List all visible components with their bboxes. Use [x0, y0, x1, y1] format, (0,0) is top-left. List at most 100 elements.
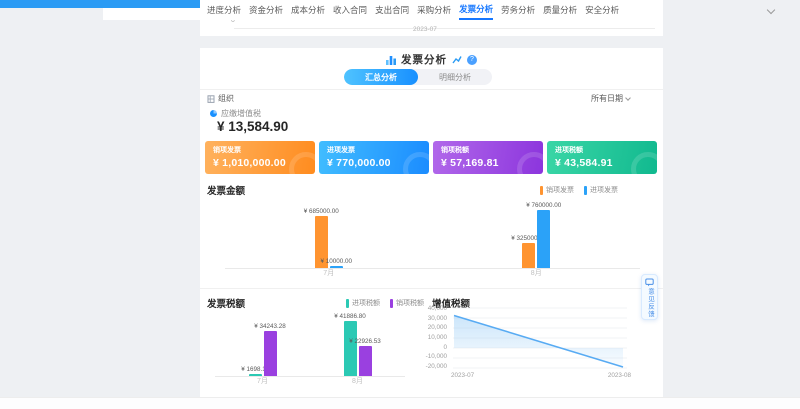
y-tick-label: -20,000: [426, 364, 447, 370]
bottom-strip: [0, 397, 800, 409]
nav-tab[interactable]: 资金分析: [249, 1, 283, 19]
legend-label: 销项发票: [546, 185, 574, 195]
legend-item[interactable]: 进项税额: [346, 298, 380, 308]
line-chart-icon: [452, 55, 462, 65]
y-tick-label: 40,000: [428, 306, 447, 312]
bar-column: ¥ 760000.00: [537, 202, 550, 268]
feedback-widget[interactable]: 意见反馈: [641, 274, 658, 320]
bar-pair: ¥ 685000.00¥ 10000.00: [315, 208, 343, 268]
analysis-mode-toggle: 汇总分析 明细分析: [344, 69, 492, 85]
legend-label: 销项税额: [396, 298, 424, 308]
date-filter-value: 所有日期: [591, 93, 623, 104]
bar-pair: ¥ 325000.00¥ 760000.00: [522, 202, 550, 268]
legend-item[interactable]: 销项发票: [540, 185, 574, 195]
bar-销项税额-8月[interactable]: [359, 346, 372, 376]
invoice-amount-legend: 销项发票进项发票: [540, 185, 618, 195]
bar-value-label: ¥ 685000.00: [304, 208, 339, 215]
nav-tab[interactable]: 发票分析: [459, 0, 493, 20]
nav-tab[interactable]: 成本分析: [291, 1, 325, 19]
bar-value-label: ¥ 760000.00: [526, 202, 561, 209]
kpi-card-row: 销项发票 ¥ 1,010,000.00 进项发票 ¥ 770,000.00 销项…: [205, 141, 657, 174]
bar-column: ¥ 325000.00: [522, 235, 535, 268]
card-decoration-circle: [403, 152, 429, 174]
x-axis-line: [215, 376, 405, 377]
kpi-card-label: 进项税额: [555, 145, 649, 155]
bar-column: ¥ 22926.53: [359, 338, 372, 376]
legend-marker: [390, 299, 393, 308]
line-chart-plot[interactable]: [451, 306, 631, 370]
org-filter[interactable]: 组织: [207, 93, 234, 104]
nav-tab[interactable]: 安全分析: [585, 1, 619, 19]
card-decoration-circle: [631, 152, 657, 174]
x-category-label: 7月: [257, 376, 268, 388]
nav-tab[interactable]: 劳务分析: [501, 1, 535, 19]
kpi-card[interactable]: 进项税额 ¥ 43,584.91: [547, 141, 657, 174]
main-content-panel: 0 2023-07 发票分析 ? 汇总分析 明细分析: [200, 20, 663, 397]
date-filter-dropdown[interactable]: 所有日期: [591, 93, 630, 104]
bar-进项税额-8月[interactable]: [344, 321, 357, 376]
toggle-summary-analysis[interactable]: 汇总分析: [344, 69, 418, 85]
bar-group: ¥ 685000.00¥ 10000.007月: [315, 208, 343, 280]
x-category-label: 8月: [352, 376, 363, 388]
invoice-amount-section-title: 发票金额: [207, 183, 245, 197]
nav-tab[interactable]: 采购分析: [417, 1, 451, 19]
legend-label: 进项税额: [352, 298, 380, 308]
kpi-card[interactable]: 进项发票 ¥ 770,000.00: [319, 141, 429, 174]
bar-销项发票-8月[interactable]: [522, 243, 535, 268]
x-tick-label: 2023-07: [451, 372, 474, 379]
bar-value-label: ¥ 10000.00: [321, 258, 353, 265]
kpi-card[interactable]: 销项税额 ¥ 57,169.81: [433, 141, 543, 174]
line-chart-y-axis: 40,00030,00020,00010,0000-10,000-20,000: [425, 306, 451, 370]
kpi-card-label: 销项税额: [441, 145, 535, 155]
chevron-down-icon: [625, 95, 631, 101]
page-title: 发票分析: [401, 52, 447, 67]
y-tick-label: 0: [443, 345, 447, 351]
remnant-axis-label: 2023-07: [413, 26, 437, 33]
bar-销项税额-7月[interactable]: [264, 331, 277, 376]
invoice-amount-bar-chart: ¥ 685000.00¥ 10000.007月¥ 325000.00¥ 7600…: [225, 200, 640, 280]
pie-dot-icon: [210, 110, 217, 117]
org-filter-label: 组织: [218, 93, 234, 104]
feedback-chat-icon: [645, 278, 654, 287]
bar-pair: ¥ 41886.80¥ 22926.53: [344, 313, 372, 376]
x-axis-line: [225, 268, 640, 269]
feedback-widget-label: 意见反馈: [645, 288, 655, 318]
legend-item[interactable]: 进项发票: [584, 185, 618, 195]
nav-tab[interactable]: 进度分析: [207, 1, 241, 19]
divider: [200, 89, 663, 90]
toggle-detail-analysis[interactable]: 明细分析: [418, 69, 492, 85]
bar-value-label: ¥ 22926.53: [349, 338, 381, 345]
legend-marker: [584, 186, 587, 195]
y-tick-label: 20,000: [428, 325, 447, 331]
bar-column: ¥ 34243.28: [264, 323, 277, 376]
invoice-tax-legend: 进项税额 销项税额: [346, 298, 424, 308]
nav-tab[interactable]: 支出合同: [375, 1, 409, 19]
nav-tab[interactable]: 质量分析: [543, 1, 577, 19]
bar-pair: ¥ 1698.11¥ 34243.28: [249, 323, 277, 376]
nav-collapse-chevron-down-icon[interactable]: [767, 6, 775, 14]
line-chart-body: 40,00030,00020,00010,0000-10,000-20,000: [425, 306, 643, 370]
card-decoration-circle: [517, 152, 543, 174]
bar-column: ¥ 10000.00: [330, 258, 343, 268]
x-category-label: 8月: [531, 268, 542, 280]
card-decoration-circle: [289, 152, 315, 174]
legend-item[interactable]: 销项税额: [390, 298, 424, 308]
kpi-card-label: 进项发票: [327, 145, 421, 155]
legend-marker: [540, 186, 543, 195]
bar-value-label: ¥ 41886.80: [334, 313, 366, 320]
y-tick-label: -10,000: [426, 354, 447, 360]
kpi-card-label: 销项发票: [213, 145, 307, 155]
legend-marker: [346, 299, 349, 308]
help-icon[interactable]: ?: [467, 55, 477, 65]
vat-summary: 应缴增值税: [210, 108, 261, 119]
card-title-row: 发票分析 ?: [200, 52, 663, 67]
vat-summary-value: ¥ 13,584.90: [217, 119, 288, 134]
y-tick-label: 10,000: [428, 335, 447, 341]
kpi-card[interactable]: 销项发票 ¥ 1,010,000.00: [205, 141, 315, 174]
bar-进项发票-8月[interactable]: [537, 210, 550, 268]
app-header-remnant: [0, 0, 200, 8]
vat-amount-line-chart: 40,00030,00020,00010,0000-10,000-20,000 …: [425, 306, 643, 379]
nav-tab[interactable]: 收入合同: [333, 1, 367, 19]
line-chart-x-axis: 2023-07 2023-08: [451, 372, 631, 379]
section-gap: [200, 36, 663, 48]
